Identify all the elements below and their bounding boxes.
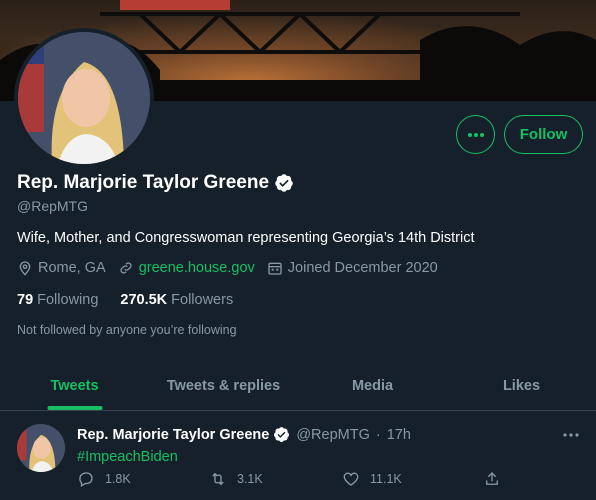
tweet-author-handle[interactable]: @RepMTG: [296, 427, 370, 443]
verified-badge-icon: [275, 174, 293, 192]
tabs-divider: [0, 410, 596, 411]
like-count: 11.1K: [370, 472, 402, 486]
profile-bio: Wife, Mother, and Congresswoman represen…: [17, 230, 475, 246]
like-button[interactable]: 11.1K: [342, 470, 402, 488]
location-text: Rome, GA: [38, 260, 106, 276]
followers-label: Followers: [171, 292, 234, 308]
profile-tabs: Tweets Tweets & replies Media Likes: [0, 361, 596, 410]
joined-text: Joined December 2020: [287, 260, 438, 276]
followers-stat[interactable]: 270.5K Followers: [120, 292, 233, 308]
reply-count: 1.8K: [105, 472, 131, 486]
not-followed-note: Not followed by anyone you’re following: [17, 323, 237, 337]
following-count: 79: [17, 292, 34, 308]
link-icon: [120, 262, 132, 274]
followers-count: 270.5K: [120, 292, 168, 308]
reply-icon: [79, 472, 93, 487]
joined-item: Joined December 2020: [267, 260, 438, 276]
reply-button[interactable]: 1.8K: [77, 470, 131, 488]
following-stat[interactable]: 79 Following: [17, 292, 98, 308]
tweet-more-button[interactable]: [563, 424, 579, 442]
follow-button[interactable]: Follow: [504, 115, 583, 154]
profile-avatar[interactable]: [14, 28, 154, 168]
profile-name: Rep. Marjorie Taylor Greene: [17, 172, 294, 194]
more-horizontal-icon: [467, 132, 484, 137]
retweet-icon: [212, 472, 224, 486]
more-horizontal-icon: [563, 433, 579, 437]
tweet-avatar[interactable]: [17, 424, 65, 472]
share-button[interactable]: [483, 470, 501, 488]
tab-tweets-replies[interactable]: Tweets & replies: [149, 361, 298, 410]
tweet-timestamp[interactable]: 17h: [387, 427, 411, 443]
website-link[interactable]: greene.house.gov: [139, 260, 255, 276]
verified-badge-icon: [274, 427, 290, 442]
heart-icon: [343, 472, 359, 486]
tab-tweets[interactable]: Tweets: [0, 361, 149, 410]
profile-stats: 79 Following 270.5K Followers: [17, 292, 233, 308]
profile-name-text: Rep. Marjorie Taylor Greene: [17, 172, 270, 193]
location-item: Rome, GA: [17, 260, 106, 276]
tweet-separator: ·: [375, 426, 381, 443]
following-label: Following: [37, 292, 99, 308]
more-options-button[interactable]: [456, 115, 495, 154]
tweet-avatar-portrait: [17, 424, 65, 472]
retweet-button[interactable]: 3.1K: [209, 470, 263, 488]
tab-likes[interactable]: Likes: [447, 361, 596, 410]
tweet-author-name[interactable]: Rep. Marjorie Taylor Greene: [77, 427, 269, 443]
tweet-text[interactable]: #ImpeachBiden: [77, 449, 178, 465]
calendar-icon: [268, 262, 282, 275]
website-item[interactable]: greene.house.gov: [118, 260, 255, 276]
tab-media[interactable]: Media: [298, 361, 447, 410]
profile-meta: Rome, GA greene.house.gov Joined Decembe…: [17, 260, 450, 276]
avatar-portrait: [18, 32, 150, 164]
retweet-count: 3.1K: [237, 472, 263, 486]
share-icon: [486, 472, 498, 485]
profile-handle: @RepMTG: [17, 198, 88, 214]
tweet-header: Rep. Marjorie Taylor Greene @RepMTG · 17…: [77, 426, 411, 443]
location-pin-icon: [19, 261, 31, 276]
